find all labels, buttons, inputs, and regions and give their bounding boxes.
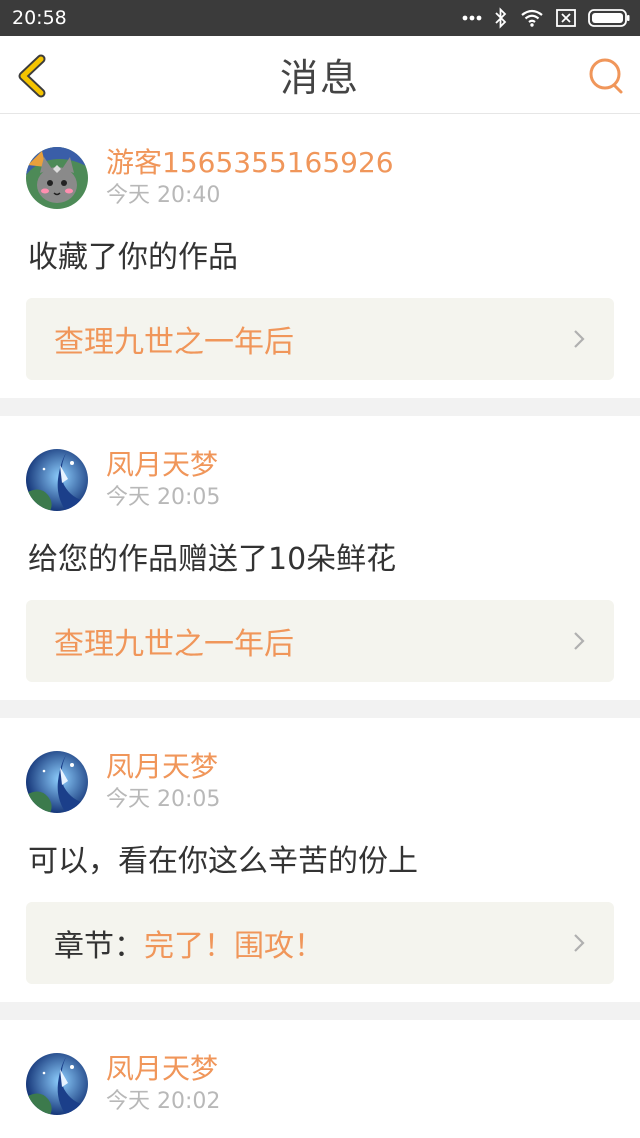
user-name[interactable]: 凤月天梦 — [106, 447, 220, 483]
user-meta: 凤月天梦 今天 20:02 — [106, 1051, 220, 1117]
bluetooth-icon — [495, 7, 507, 29]
wifi-icon — [521, 9, 543, 27]
user-meta: 游客1565355165926 今天 20:40 — [106, 145, 394, 211]
avatar[interactable] — [26, 449, 88, 511]
card-separator — [0, 398, 640, 416]
user-name[interactable]: 凤月天梦 — [106, 1051, 220, 1087]
back-arrow-icon — [18, 54, 46, 98]
user-meta: 凤月天梦 今天 20:05 — [106, 447, 220, 513]
work-link[interactable]: 查理九世之一年后 — [26, 600, 614, 682]
message-time: 今天 20:05 — [106, 485, 221, 510]
message-time: 今天 20:02 — [106, 1089, 221, 1114]
card-separator — [0, 1002, 640, 1020]
message-card: 凤月天梦 今天 20:05 给您的作品赠送了10朵鲜花 查理九世之一年后 — [0, 416, 640, 700]
page-title: 消息 — [279, 56, 360, 100]
search-button[interactable] — [586, 56, 626, 96]
card-separator — [0, 700, 640, 718]
avatar[interactable] — [26, 1053, 88, 1115]
message-text: 给您的作品赠送了10朵鲜花 — [28, 542, 397, 577]
message-user-row[interactable]: 凤月天梦 今天 20:02 — [26, 1046, 614, 1122]
chevron-right-icon — [574, 330, 585, 348]
search-icon — [589, 58, 623, 94]
user-name[interactable]: 游客1565355165926 — [106, 145, 394, 181]
avatar[interactable] — [26, 751, 88, 813]
work-link-text: 查理九世之一年后 — [54, 619, 294, 663]
work-link-title: 查理九世之一年后 — [54, 325, 294, 360]
status-icons — [462, 7, 630, 29]
message-card: 凤月天梦 今天 20:05 可以，看在你这么辛苦的份上 章节：完了！围攻！ — [0, 718, 640, 1002]
user-name[interactable]: 凤月天梦 — [106, 749, 220, 785]
work-link-text: 查理九世之一年后 — [54, 317, 294, 361]
battery-icon — [588, 9, 630, 27]
grey-cat-avatar-icon — [26, 147, 88, 209]
back-button[interactable] — [14, 54, 54, 98]
work-link-title: 查理九世之一年后 — [54, 627, 294, 662]
work-link-title: 完了！围攻！ — [144, 929, 324, 964]
work-link-text: 章节：完了！围攻！ — [54, 921, 324, 965]
status-time: 20:58 — [12, 7, 67, 29]
chevron-right-icon — [574, 934, 585, 952]
blue-night-avatar-icon — [26, 1053, 88, 1115]
message-text: 收藏了你的作品 — [28, 240, 238, 275]
sim-off-icon — [556, 9, 576, 27]
message-time: 今天 20:40 — [106, 183, 221, 208]
avatar[interactable] — [26, 147, 88, 209]
message-card: 游客1565355165926 今天 20:40 收藏了你的作品 查理九世之一年… — [0, 114, 640, 398]
user-meta: 凤月天梦 今天 20:05 — [106, 749, 220, 815]
message-user-row[interactable]: 游客1565355165926 今天 20:40 — [26, 140, 614, 216]
status-bar: 20:58 — [0, 0, 640, 36]
chevron-right-icon — [574, 632, 585, 650]
message-user-row[interactable]: 凤月天梦 今天 20:05 — [26, 442, 614, 518]
work-link-prefix: 章节： — [54, 929, 144, 964]
message-user-row[interactable]: 凤月天梦 今天 20:05 — [26, 744, 614, 820]
chapter-link[interactable]: 章节：完了！围攻！ — [26, 902, 614, 984]
message-text: 可以，看在你这么辛苦的份上 — [28, 844, 418, 879]
message-time: 今天 20:05 — [106, 787, 221, 812]
blue-night-avatar-icon — [26, 449, 88, 511]
blue-night-avatar-icon — [26, 751, 88, 813]
nav-bar: 消息 — [0, 36, 640, 114]
message-card: 凤月天梦 今天 20:02 — [0, 1020, 640, 1138]
more-dots-icon — [462, 15, 482, 21]
work-link[interactable]: 查理九世之一年后 — [26, 298, 614, 380]
